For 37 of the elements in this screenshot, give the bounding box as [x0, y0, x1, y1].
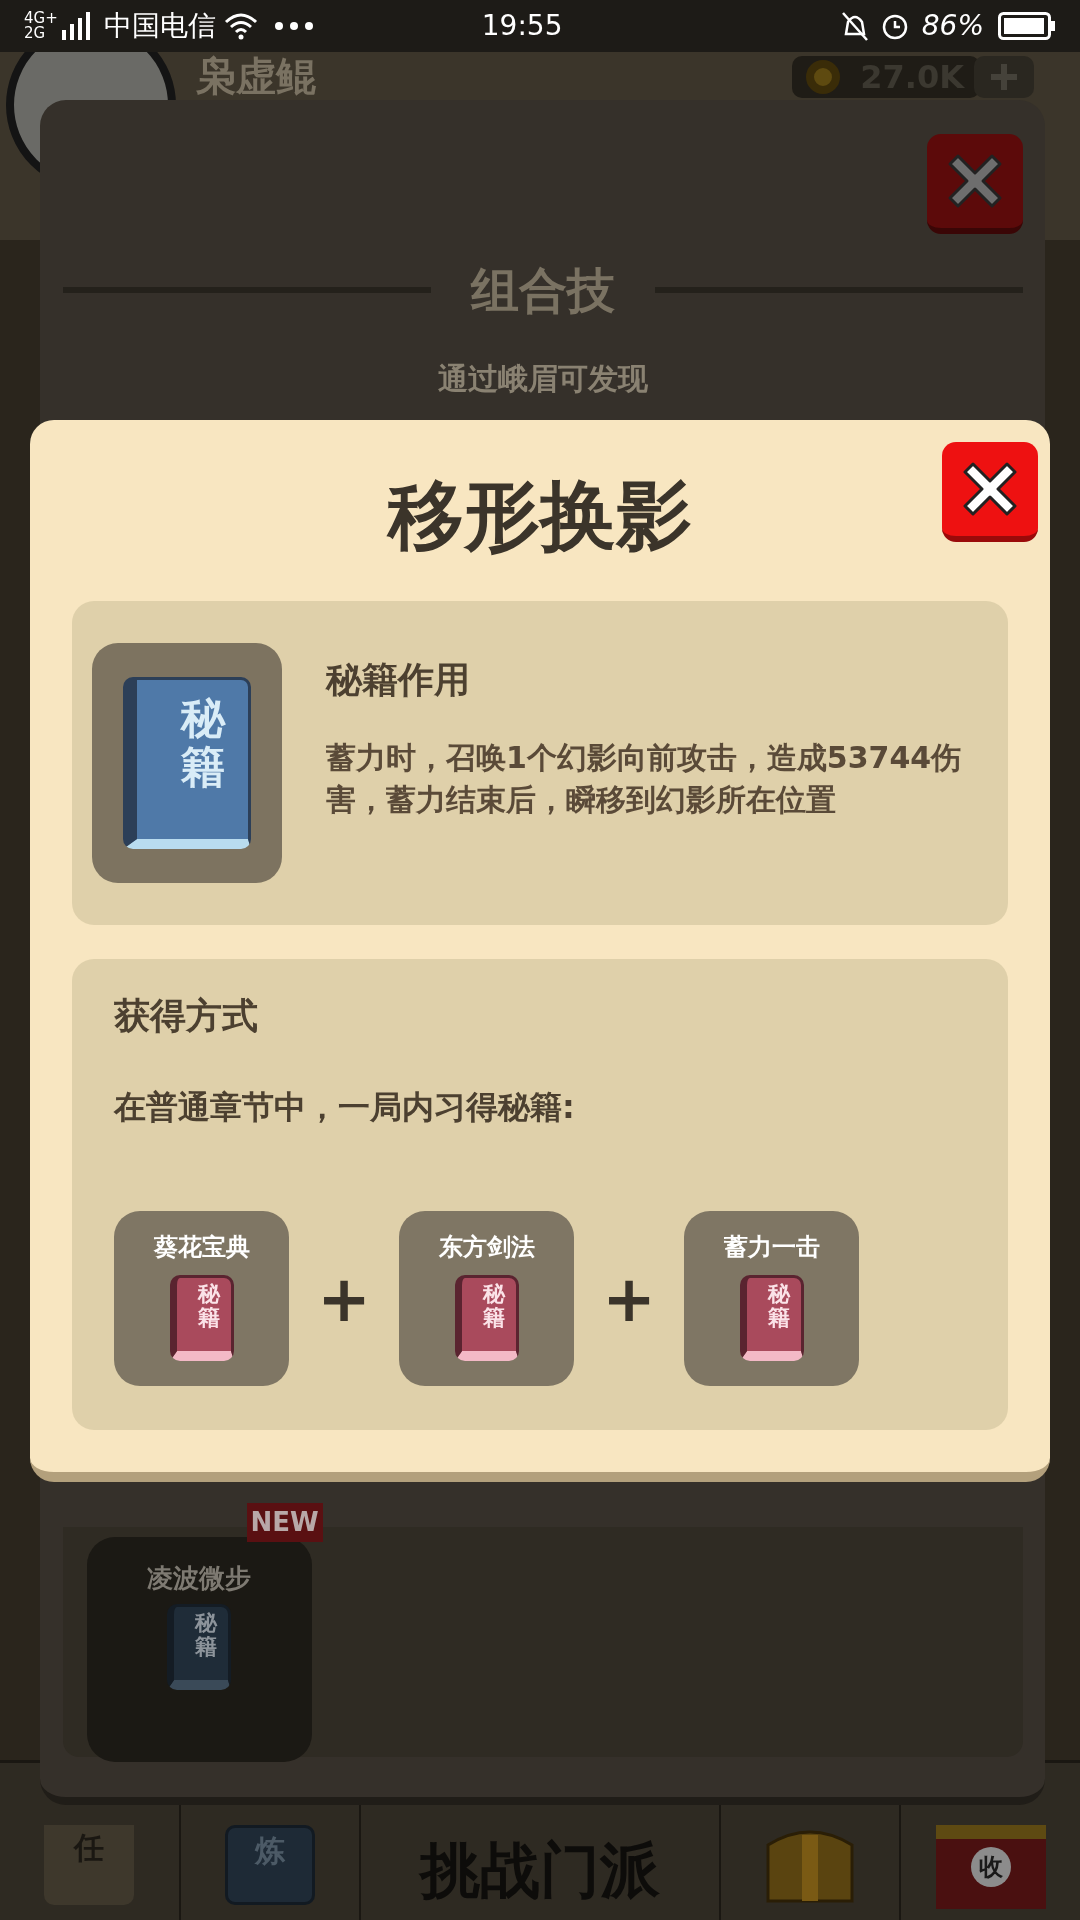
- plus-icon: [989, 62, 1019, 92]
- skill-name: 凌波微步: [147, 1562, 251, 1595]
- book-title: 秘籍: [197, 1282, 220, 1331]
- clock-time: 19:55: [481, 8, 563, 44]
- ingredient-name: 蓄力一击: [723, 1232, 820, 1264]
- ingredient-card[interactable]: 蓄力一击 秘籍: [684, 1211, 859, 1387]
- ingredient-card[interactable]: 东方剑法 秘籍: [399, 1211, 574, 1387]
- close-button[interactable]: [942, 442, 1038, 542]
- book-title: 秘籍: [482, 1282, 505, 1331]
- coin-icon: [806, 60, 841, 94]
- ingredient-card[interactable]: 葵花宝典 秘籍: [114, 1211, 289, 1387]
- player-name: 枭虚鲲: [196, 54, 316, 98]
- ingredient-name: 东方剑法: [438, 1232, 535, 1264]
- obtain-heading: 获得方式: [114, 994, 259, 1039]
- obtain-instruction: 在普通章节中，一局内习得秘籍:: [114, 1087, 576, 1129]
- skill-card[interactable]: 凌波微步 秘籍: [86, 1537, 312, 1762]
- section-title: 组合技: [470, 261, 615, 320]
- book-title: 秘籍: [195, 1611, 217, 1660]
- carrier-name: 中国电信: [103, 8, 216, 44]
- network-type: 4G+: [24, 11, 58, 26]
- battery-icon: [998, 12, 1056, 40]
- battery-percent: 86%: [921, 8, 984, 44]
- dialog-title: 移形换影: [388, 470, 692, 562]
- network-type: 2G: [24, 26, 47, 41]
- effect-heading: 秘籍作用: [326, 658, 471, 703]
- effect-description: 蓄力时，召唤1个幻影向前攻击，造成53744伤害，蓄力结束后，瞬移到幻影所在位置: [326, 739, 963, 820]
- muted-bell-icon: [839, 10, 870, 42]
- book-title: 秘籍: [180, 694, 225, 791]
- plus-sign: +: [601, 1266, 657, 1331]
- plus-sign: +: [316, 1266, 372, 1331]
- shop-icon[interactable]: 收: [935, 1825, 1046, 1909]
- more-icon: [273, 21, 314, 31]
- wifi-icon: [223, 12, 258, 40]
- book-title: 秘籍: [767, 1282, 790, 1331]
- ingredient-name: 葵花宝典: [153, 1232, 250, 1264]
- hint-text: 通过峨眉可发现: [437, 360, 648, 398]
- new-badge: NEW: [246, 1503, 323, 1542]
